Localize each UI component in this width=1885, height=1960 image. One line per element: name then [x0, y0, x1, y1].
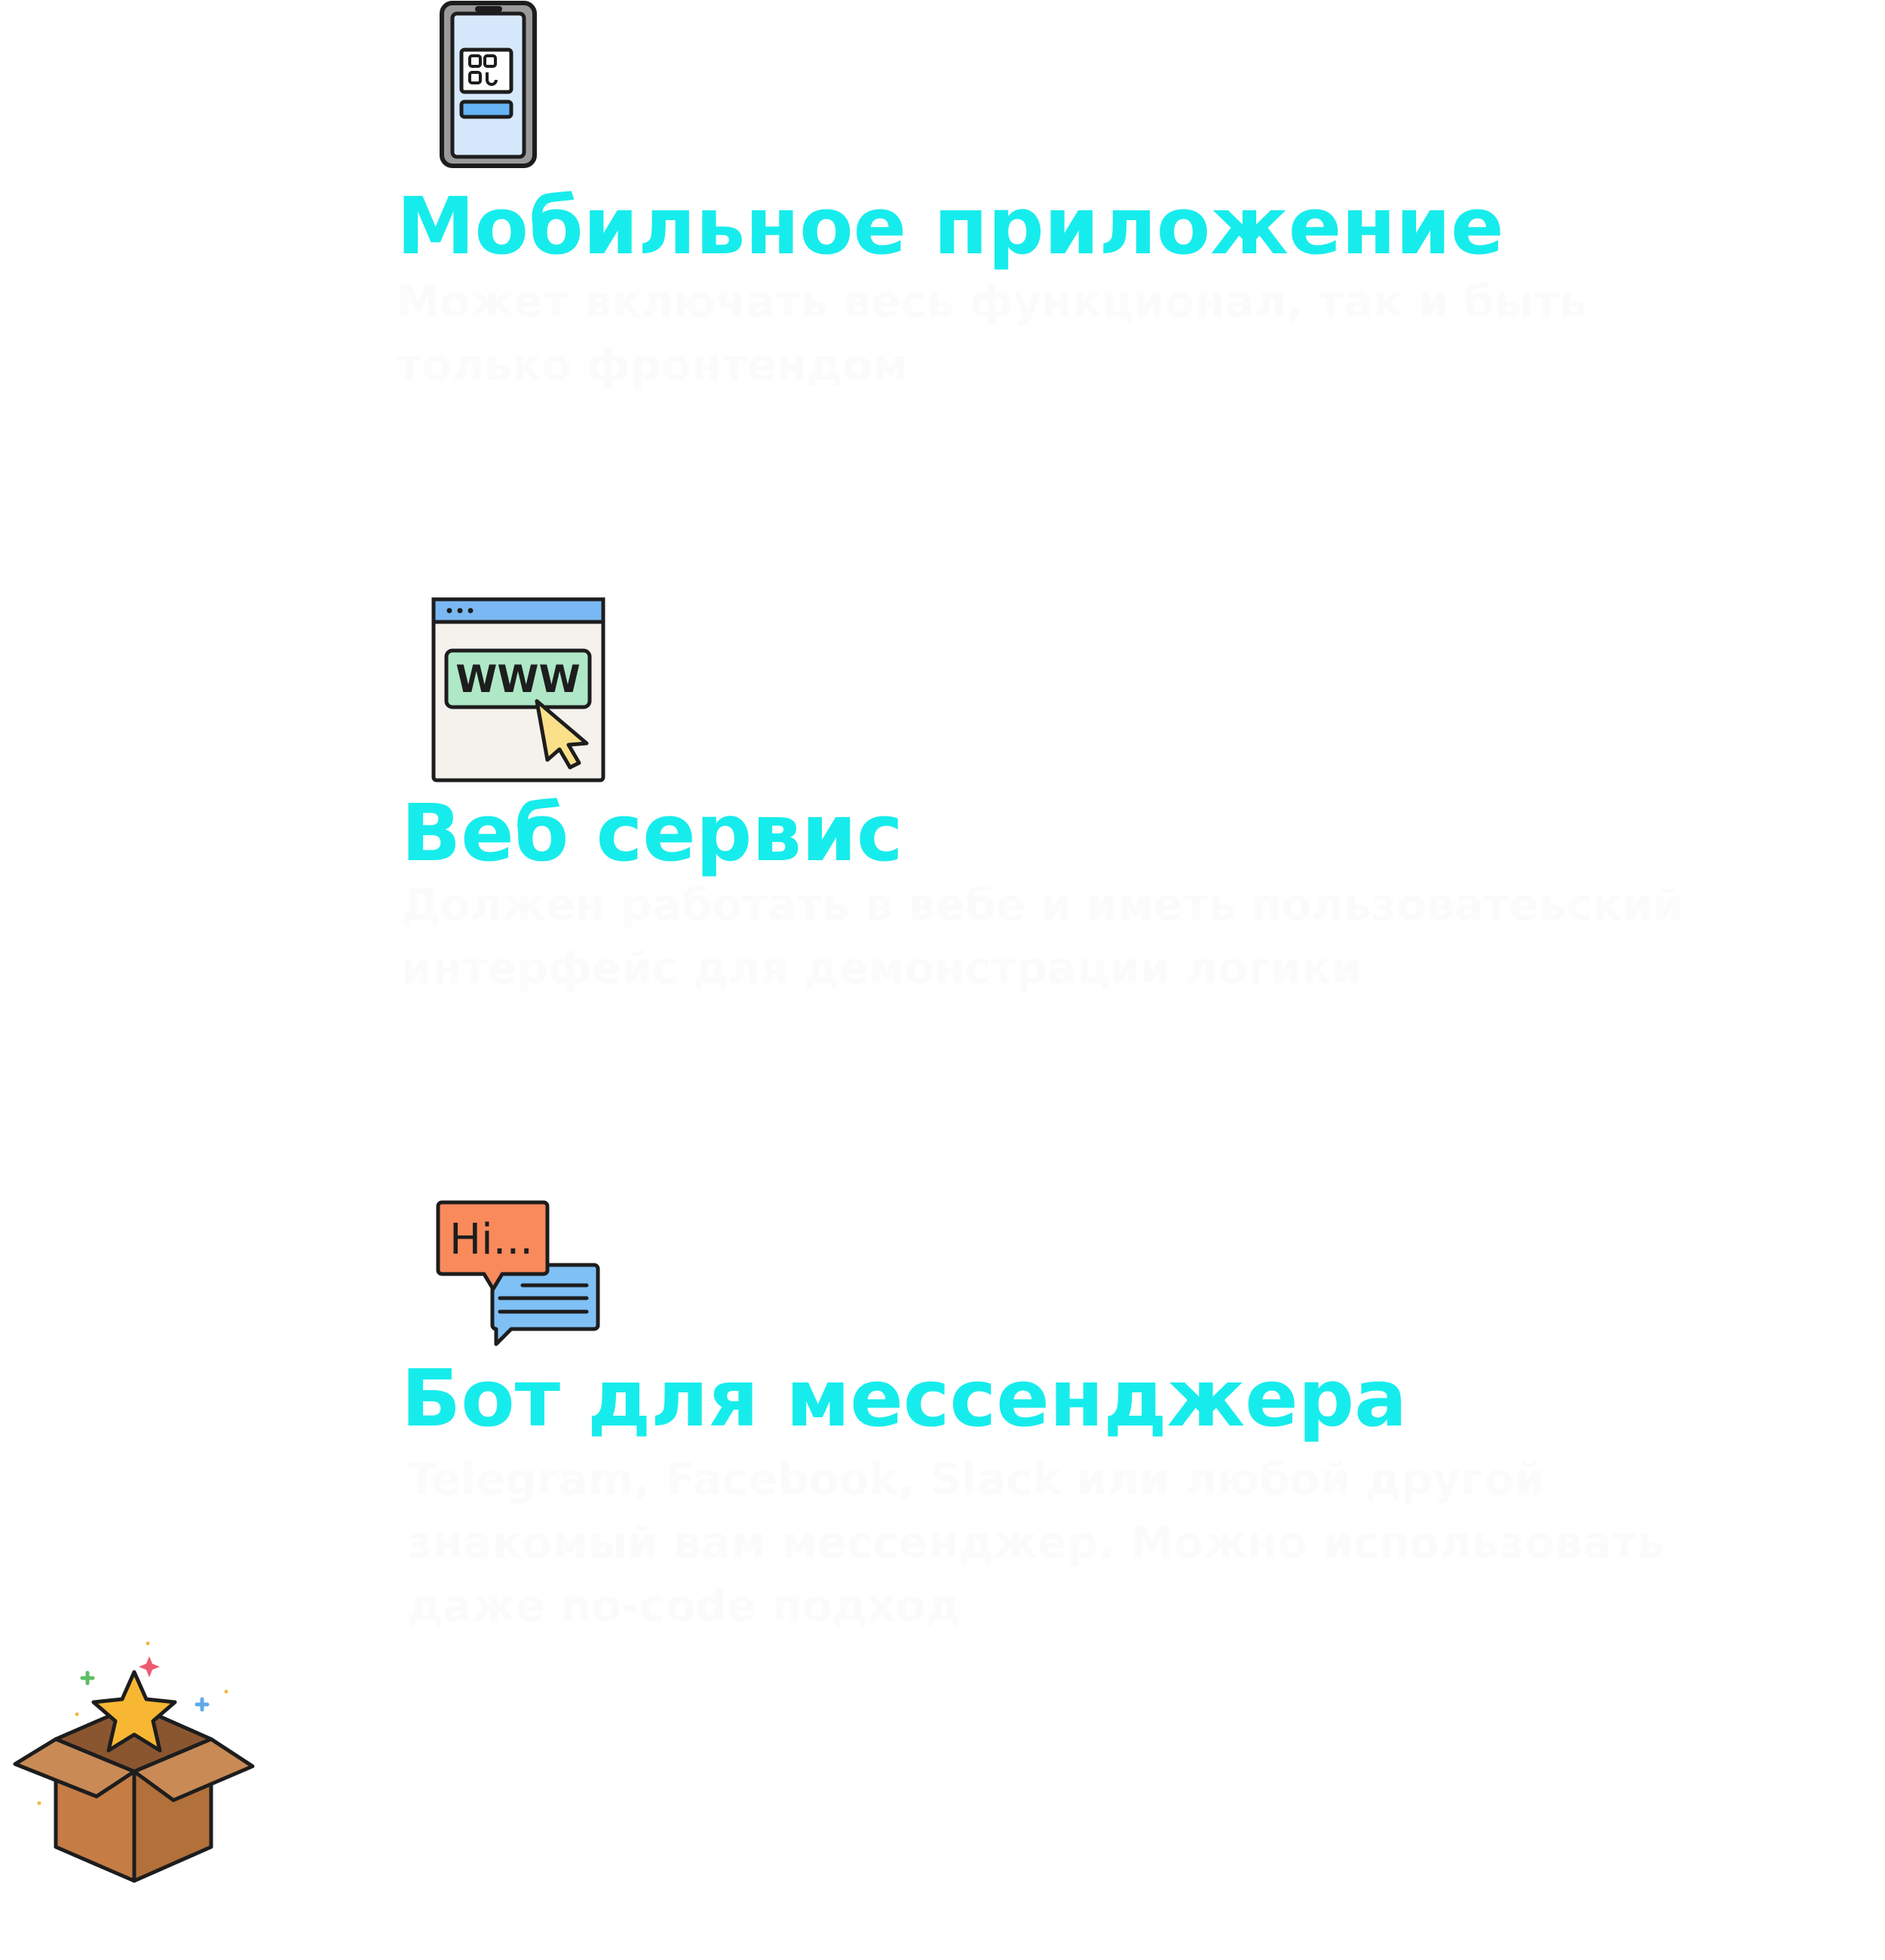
description-mobile-app: Может включать весь функционал, так и бы…	[397, 270, 1587, 397]
title-messenger-bot: Бот для мессенджера	[401, 1352, 1408, 1444]
gift-box-star-icon	[8, 1636, 260, 1896]
description-line: Должен работать в вебе и иметь пользоват…	[401, 879, 1684, 930]
chat-bubble-text: Hi...	[449, 1215, 533, 1264]
description-line: только фронтендом	[397, 339, 909, 390]
description-line: Может включать весь функционал, так и бы…	[397, 276, 1587, 327]
description-web-service: Должен работать в вебе и иметь пользоват…	[401, 873, 1683, 1000]
title-mobile-app: Мобильное приложение	[397, 180, 1504, 272]
chat-bubbles-icon: Hi...	[436, 1199, 600, 1349]
description-line: знакомый вам мессенджер. Можно использов…	[407, 1517, 1665, 1568]
web-browser-www-icon: WWW	[430, 596, 607, 784]
title-web-service: Веб сервис	[401, 787, 903, 879]
description-line: Telegram, Facebook, Slack или любой друг…	[407, 1453, 1545, 1505]
svg-text:WWW: WWW	[455, 657, 580, 701]
description-line: интерфейс для демонстрации логики	[401, 942, 1362, 994]
mobile-phone-qr-icon	[437, 0, 539, 170]
description-messenger-bot: Telegram, Facebook, Slack или любой друг…	[407, 1447, 1665, 1637]
description-line: даже no-code подход	[407, 1580, 961, 1631]
